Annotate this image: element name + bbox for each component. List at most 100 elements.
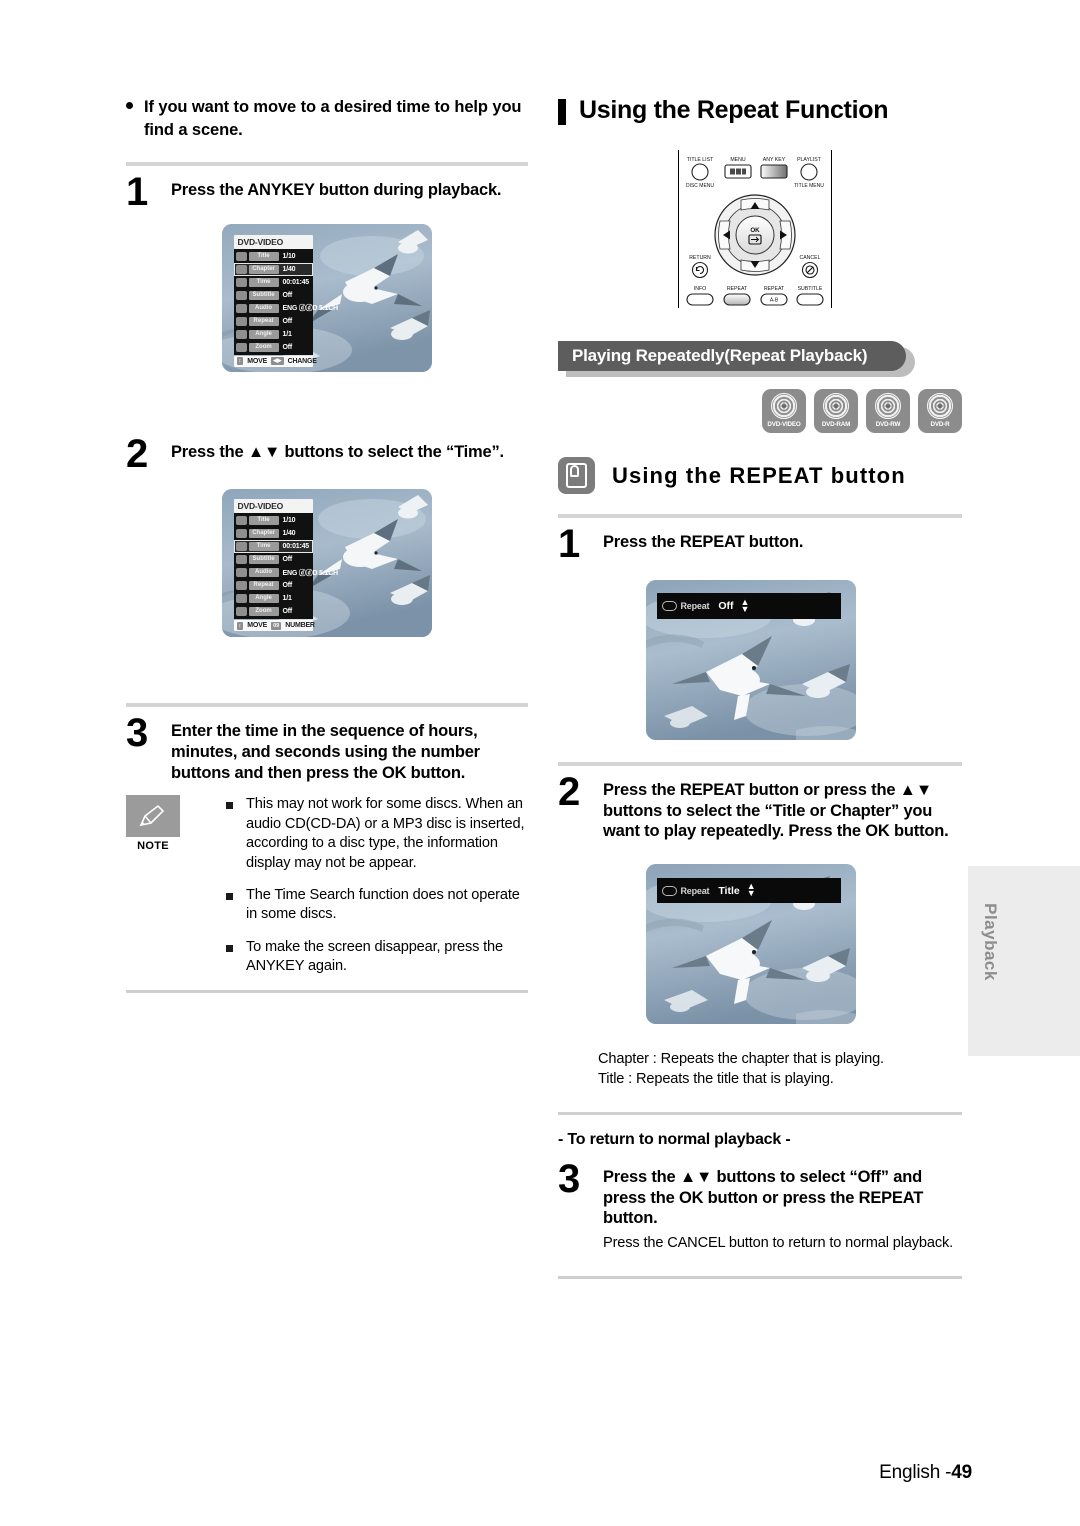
right-column: Using the Repeat Function: [558, 96, 962, 125]
left-step-2: 2 Press the ▲▼ buttons to select the “Ti…: [126, 434, 528, 474]
note-label: NOTE: [137, 840, 169, 853]
disc-label: DVD-R: [930, 421, 950, 428]
left-step-1: 1 Press the ANYKEY button during playbac…: [126, 172, 528, 212]
square-bullet-icon: [226, 802, 233, 810]
svg-text:SUBTITLE: SUBTITLE: [798, 286, 823, 292]
svg-text:PLAYLIST: PLAYLIST: [797, 157, 822, 163]
osd-row-value: Off: [282, 317, 293, 325]
page-footer: English -49: [0, 1462, 1080, 1484]
osd-row-title[interactable]: Title 1/10: [234, 514, 314, 527]
osd-row-label: Time: [248, 542, 279, 552]
repeat-screenshot-1: Repeat Off ▲ ▼: [646, 579, 856, 740]
right-step-1-text: Press the REPEAT button.: [603, 533, 804, 551]
disc-icon-dvd-video: DVD-VIDEO: [762, 389, 806, 433]
osd-row-value: 1/40: [282, 265, 296, 273]
updown-arrows-icon[interactable]: ▲ ▼: [740, 597, 749, 613]
osd-row-chapter[interactable]: Chapter 1/40: [234, 527, 314, 540]
hand-finger-shape: [570, 465, 579, 477]
osd-row-title[interactable]: Title 1/10: [234, 250, 314, 263]
repeat-osd-value: Off: [718, 600, 734, 613]
remote-control-svg: TITLE LIST MENU ANY KEY PLAYLIST DISC ME…: [686, 157, 824, 306]
svg-text:CANCEL: CANCEL: [799, 255, 820, 261]
change-label: CHANGE: [287, 357, 317, 365]
angle-icon: [235, 594, 247, 604]
osd-row-value: 1/1: [282, 330, 292, 338]
svg-text:TITLE LIST: TITLE LIST: [687, 157, 714, 163]
note-item-text: The Time Search function does not operat…: [246, 887, 520, 923]
osd-screenshot-2: DVD-VIDEO Title 1/10 Chapter 1/40 Time 0…: [222, 489, 432, 638]
osd-row-repeat[interactable]: Repeat Off: [234, 315, 314, 328]
osd-row-time[interactable]: Time 00:01:45: [233, 540, 314, 554]
osd-row-angle[interactable]: Angle 1/1: [234, 592, 314, 605]
updown-arrows-icon[interactable]: ▲ ▼: [747, 882, 756, 898]
osd-row-label: Time: [248, 277, 279, 287]
right-step-2-number: 2: [558, 769, 580, 814]
right-step-2-text: Press the REPEAT button or press the ▲▼ …: [603, 780, 949, 841]
osd-row-subtitle[interactable]: Subtitle Off: [234, 553, 314, 566]
osd-row-value: ENG ⓓⓓD 5.1CH: [282, 305, 339, 313]
osd-row-zoom[interactable]: Zoom Off: [234, 605, 314, 618]
return-to-normal-heading: - To return to normal playback -: [558, 1130, 791, 1148]
note-block: NOTE This may not work for some discs. W…: [126, 795, 528, 976]
repeat-loop-icon: [661, 601, 677, 612]
disc-label: DVD-RAM: [821, 421, 851, 428]
right-step-3-note: Press the CANCEL button to return to nor…: [603, 1235, 954, 1252]
title-icon: [235, 251, 247, 261]
divider: [126, 703, 528, 708]
disc-circle-icon: [875, 393, 901, 419]
repeat-icon: [235, 316, 247, 326]
osd-row-value: 1/1: [282, 595, 292, 603]
sub-section-title: Using the REPEAT button: [612, 462, 906, 488]
clock-icon: [235, 277, 247, 287]
disc-circle-icon: [771, 393, 797, 419]
repeat-osd-value: Title: [718, 884, 740, 897]
osd-row-time[interactable]: Time 00:01:45: [234, 276, 314, 289]
side-tab-playback: Playback: [968, 866, 1080, 1056]
osd-row-audio[interactable]: Audio ENG ⓓⓓD 5.1CH: [234, 566, 338, 579]
move-label: MOVE: [247, 622, 268, 630]
osd-row-zoom[interactable]: Zoom Off: [234, 341, 314, 354]
speaker-icon: [235, 303, 247, 313]
repeat-loop-icon: [661, 885, 677, 896]
osd-row-value: 1/10: [282, 517, 296, 525]
intro-bullet: If you want to move to a desired time to…: [126, 96, 528, 142]
divider: [558, 514, 962, 518]
note-list: This may not work for some discs. When a…: [226, 795, 528, 976]
osd-row-label: Chapter: [248, 529, 279, 539]
page-title: Using the Repeat Function: [558, 96, 962, 125]
right-step-3-text: Press the ▲▼ buttons to select “Off” and…: [603, 1167, 924, 1228]
osd-row-label: Subtitle: [248, 555, 279, 565]
disc-icon-dvd-ram: DVD-RAM: [814, 389, 858, 433]
osd-row-audio[interactable]: Audio ENG ⓓⓓD 5.1CH: [234, 302, 338, 315]
osd-row-label: Title: [248, 516, 279, 526]
osd-row-label: Audio: [248, 568, 279, 578]
note-item-text: This may not work for some discs. When a…: [246, 796, 525, 871]
left-step-3-number: 3: [126, 711, 148, 756]
sub-section-heading: Using the REPEAT button: [558, 457, 962, 494]
osd-row-angle[interactable]: Angle 1/1: [234, 328, 314, 341]
left-step-3-text: Enter the time in the sequence of hours,…: [171, 722, 480, 782]
osd-row-value: 1/10: [282, 252, 296, 260]
osd-row-repeat[interactable]: Repeat Off: [234, 579, 314, 592]
section-banner-text: Playing Repeatedly(Repeat Playback): [572, 346, 868, 365]
move-key-icon: ↕: [236, 621, 244, 630]
definition-chapter: Chapter : Repeats the chapter that is pl…: [598, 1051, 884, 1068]
disc-label: DVD-RW: [875, 421, 901, 428]
osd-row-subtitle[interactable]: Subtitle Off: [234, 289, 314, 302]
osd-rows-1: Title 1/10 Chapter 1/40 Time 00:01:45 Su…: [233, 248, 338, 355]
repeat-playback-banner-area: Playing Repeatedly(Repeat Playback) DVD-…: [558, 337, 962, 433]
zoom-icon: [235, 607, 247, 617]
right-step-2: 2 Press the REPEAT button or press the ▲…: [558, 772, 962, 842]
svg-text:INFO: INFO: [694, 286, 706, 292]
svg-text:TITLE MENU: TITLE MENU: [794, 183, 824, 189]
move-key-icon: ↕: [236, 357, 244, 366]
osd-row-chapter[interactable]: Chapter 1/40: [233, 262, 314, 276]
section-banner: Playing Repeatedly(Repeat Playback): [558, 341, 906, 371]
osd-footer-1: ↕ MOVE ◀▶ CHANGE: [233, 355, 317, 367]
footer-page-number: 49: [951, 1462, 972, 1483]
disc-circle-icon: [823, 393, 849, 419]
remote-control-diagram: TITLE LIST MENU ANY KEY PLAYLIST DISC ME…: [678, 150, 832, 308]
osd-row-label: Zoom: [248, 607, 279, 617]
intro-bullet-text: If you want to move to a desired time to…: [144, 98, 522, 139]
svg-text:REPEAT: REPEAT: [764, 286, 785, 292]
